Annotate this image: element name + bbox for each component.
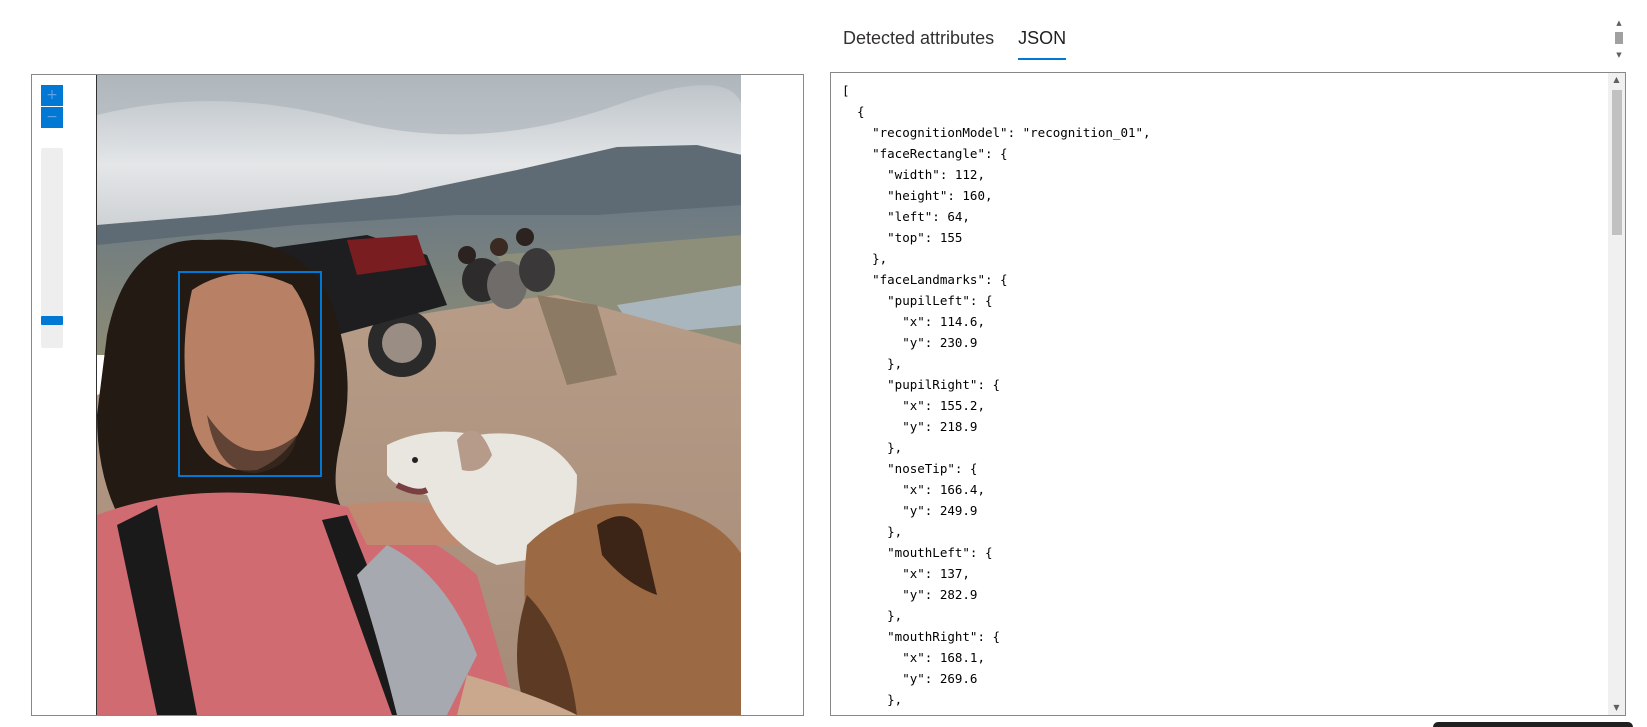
- json-output-panel[interactable]: [ { "recognitionModel": "recognition_01"…: [830, 72, 1626, 716]
- json-line: "faceRectangle": {: [842, 146, 1008, 161]
- json-line: "y": 218.9: [842, 419, 978, 434]
- json-line: "x": 155.2,: [842, 398, 985, 413]
- json-line: "faceLandmarks": {: [842, 272, 1008, 287]
- json-line: "noseTip": {: [842, 461, 978, 476]
- json-scrollbar[interactable]: ▲ ▼: [1608, 73, 1625, 715]
- json-line: "top": 155: [842, 230, 963, 245]
- json-line: "y": 230.9: [842, 335, 978, 350]
- json-line: },: [842, 356, 903, 371]
- json-line: "x": 168.1,: [842, 650, 985, 665]
- json-line: "pupilLeft": {: [842, 293, 993, 308]
- page-scrollbar[interactable]: ▲ ▼: [1613, 18, 1625, 60]
- scroll-up-icon[interactable]: ▲: [1608, 73, 1625, 87]
- json-line: "x": 166.4,: [842, 482, 985, 497]
- json-line: },: [842, 692, 903, 707]
- json-line: "height": 160,: [842, 188, 993, 203]
- json-line: "left": 64,: [842, 209, 970, 224]
- json-line: "y": 282.9: [842, 587, 978, 602]
- json-line: [: [842, 83, 850, 98]
- json-line: },: [842, 524, 903, 539]
- json-line: {: [842, 104, 865, 119]
- json-output-text[interactable]: [ { "recognitionModel": "recognition_01"…: [842, 80, 1601, 710]
- json-line: },: [842, 440, 903, 455]
- zoom-slider[interactable]: [41, 148, 63, 348]
- json-line: },: [842, 608, 903, 623]
- json-line: "y": 249.9: [842, 503, 978, 518]
- tab-json[interactable]: JSON: [1018, 24, 1067, 60]
- image-canvas: [96, 75, 741, 715]
- json-line: "mouthRight": {: [842, 629, 1001, 644]
- face-rectangle[interactable]: [177, 271, 322, 478]
- tab-bar: Detected attributes JSON: [843, 24, 1067, 64]
- json-line: "pupilRight": {: [842, 377, 1001, 392]
- json-line: "mouthLeft": {: [842, 545, 993, 560]
- taskbar-edge: [1433, 722, 1633, 727]
- zoom-in-button[interactable]: +: [41, 85, 63, 106]
- scroll-up-icon[interactable]: ▲: [1613, 18, 1625, 28]
- tab-detected-attributes[interactable]: Detected attributes: [843, 24, 994, 60]
- page-scroll-thumb[interactable]: [1615, 32, 1623, 44]
- scroll-down-icon[interactable]: ▼: [1608, 701, 1625, 715]
- zoom-out-button[interactable]: −: [41, 107, 63, 128]
- zoom-slider-thumb[interactable]: [41, 316, 63, 326]
- json-line: "width": 112,: [842, 167, 985, 182]
- scroll-down-icon[interactable]: ▼: [1613, 50, 1625, 60]
- json-line: },: [842, 251, 888, 266]
- json-line: "recognitionModel": "recognition_01",: [842, 125, 1151, 140]
- json-line: "x": 114.6,: [842, 314, 985, 329]
- image-viewer: + −: [31, 74, 804, 716]
- json-scroll-thumb[interactable]: [1612, 90, 1622, 235]
- json-line: "y": 269.6: [842, 671, 978, 686]
- json-line: "x": 137,: [842, 566, 970, 581]
